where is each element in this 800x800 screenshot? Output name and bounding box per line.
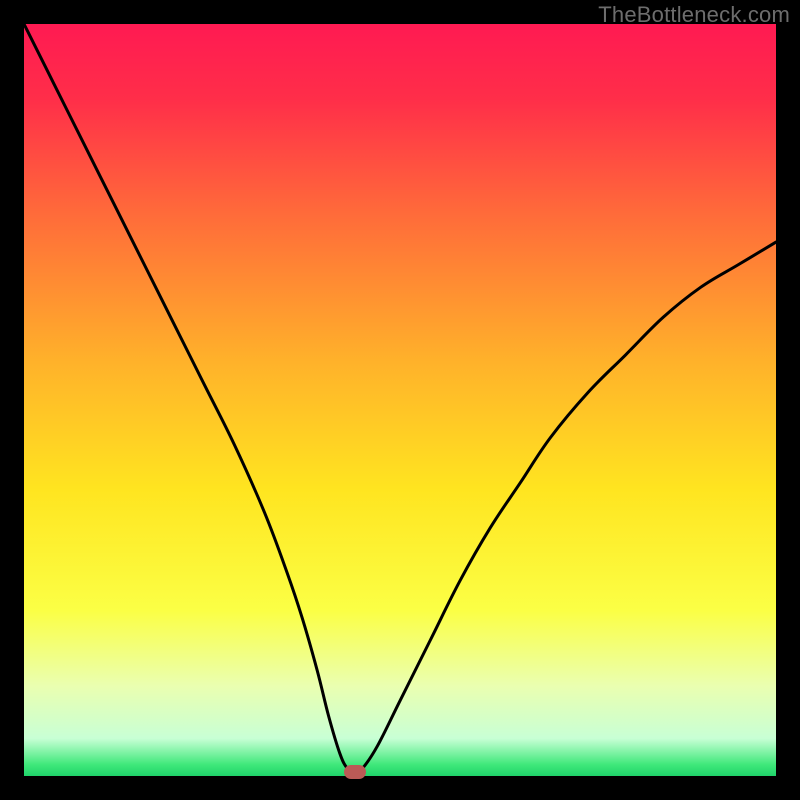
watermark-text: TheBottleneck.com [598, 2, 790, 28]
chart-frame [24, 24, 776, 776]
gradient-background [24, 24, 776, 776]
optimal-point-marker [344, 765, 366, 779]
bottleneck-chart [24, 24, 776, 776]
